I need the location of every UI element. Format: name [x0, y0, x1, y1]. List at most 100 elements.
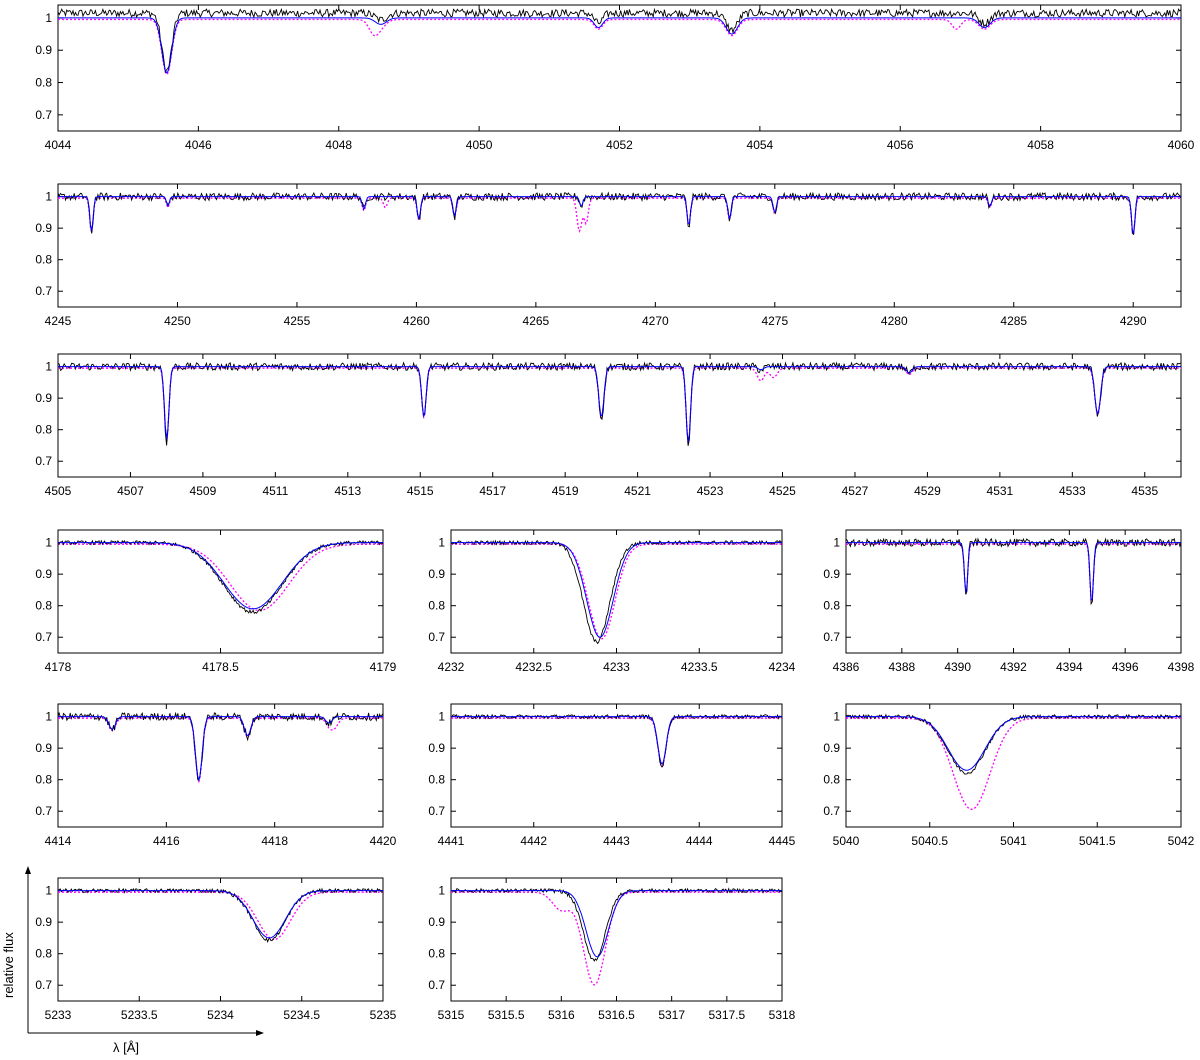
- y-tick-label: 1: [45, 190, 52, 204]
- x-tick-label: 4232.5: [515, 660, 552, 674]
- y-tick-label: 0.7: [35, 454, 52, 468]
- y-tick-label: 1: [45, 536, 52, 550]
- y-tick-label: 0.8: [35, 423, 52, 437]
- plot-frame: [845, 529, 1182, 654]
- x-tick-label: 5234.5: [283, 1008, 320, 1022]
- y-tick-label: 0.9: [35, 741, 52, 755]
- x-tick-label: 4535: [1131, 484, 1158, 498]
- x-tick-label: 5316: [548, 1008, 575, 1022]
- x-tick-label: 5041.5: [1079, 834, 1116, 848]
- x-tick-label: 4270: [642, 314, 669, 328]
- x-tick-label: 4517: [479, 484, 506, 498]
- y-tick-label: 0.8: [35, 599, 52, 613]
- x-tick-label: 4444: [686, 834, 713, 848]
- x-tick-label: 4245: [45, 314, 72, 328]
- y-tick-label: 0.9: [35, 221, 52, 235]
- plot-frame: [450, 703, 783, 828]
- x-axis-title: λ [Å]: [113, 1040, 139, 1055]
- x-tick-label: 4178: [45, 660, 72, 674]
- x-tick-label: 4058: [1027, 138, 1054, 152]
- x-tick-label: 4386: [833, 660, 860, 674]
- x-tick-label: 4416: [153, 834, 180, 848]
- panel-5: 0.7 0.8 0.9 1 4232 4232.5 4233 4233.5 4234: [428, 529, 796, 674]
- x-tick-label: 4390: [944, 660, 971, 674]
- x-tick-label: 5316.5: [598, 1008, 635, 1022]
- y-tick-label: 1: [438, 710, 445, 724]
- x-tick-label: 4420: [370, 834, 397, 848]
- y-tick-label: 0.9: [35, 567, 52, 581]
- y-tick-label: 1: [833, 536, 840, 550]
- x-tick-label: 4505: [45, 484, 72, 498]
- y-tick-label: 0.8: [823, 599, 840, 613]
- y-tick-label: 0.7: [35, 108, 52, 122]
- x-tick-label: 4050: [466, 138, 493, 152]
- x-tick-label: 4531: [987, 484, 1014, 498]
- x-tick-label: 5318: [769, 1008, 796, 1022]
- y-tick-label: 0.8: [35, 76, 52, 90]
- y-tick-label: 1: [833, 710, 840, 724]
- y-tick-label: 0.7: [823, 630, 840, 644]
- plot-frame: [845, 703, 1182, 828]
- x-tick-label: 4179: [370, 660, 397, 674]
- y-tick-label: 0.7: [35, 630, 52, 644]
- y-tick-label: 0.9: [35, 915, 52, 929]
- x-tick-label: 4233.5: [681, 660, 718, 674]
- x-tick-label: 4260: [403, 314, 430, 328]
- y-tick-label: 0.8: [428, 773, 445, 787]
- x-tick-label: 4529: [914, 484, 941, 498]
- y-tick-label: 0.7: [428, 630, 445, 644]
- x-tick-label: 4054: [747, 138, 774, 152]
- y-tick-label: 0.9: [428, 567, 445, 581]
- x-tick-label: 4507: [117, 484, 144, 498]
- y-tick-label: 1: [45, 11, 52, 25]
- x-tick-label: 5317: [658, 1008, 685, 1022]
- y-tick-label: 0.9: [428, 741, 445, 755]
- x-tick-label: 4523: [697, 484, 724, 498]
- x-tick-label: 4280: [881, 314, 908, 328]
- x-tick-label: 4511: [262, 484, 288, 498]
- plot-frame: [57, 4, 1182, 132]
- x-tick-label: 4513: [334, 484, 361, 498]
- y-tick-label: 0.8: [823, 773, 840, 787]
- y-tick-label: 0.7: [823, 804, 840, 818]
- plot-frame: [57, 353, 1182, 478]
- x-tick-label: 4533: [1059, 484, 1086, 498]
- panel-4: 0.7 0.8 0.9 1 4178 4178.5 4179: [35, 529, 397, 674]
- y-tick-label: 1: [45, 884, 52, 898]
- x-tick-label: 4414: [45, 834, 72, 848]
- y-tick-label: 0.9: [428, 915, 445, 929]
- panel-10: 0.7 0.8 0.9 1 5233 5233.5 5234 5234.5 5235: [35, 877, 397, 1022]
- y-tick-label: 0.7: [35, 284, 52, 298]
- plot-frame: [57, 529, 384, 654]
- x-tick-label: 5233: [45, 1008, 72, 1022]
- x-tick-label: 4233: [603, 660, 630, 674]
- x-tick-label: 5235: [370, 1008, 397, 1022]
- y-tick-label: 0.8: [35, 253, 52, 267]
- x-tick-label: 5317.5: [708, 1008, 745, 1022]
- x-tick-label: 4442: [520, 834, 547, 848]
- x-tick-label: 4445: [769, 834, 796, 848]
- plot-frame: [450, 529, 783, 654]
- y-tick-label: 0.8: [35, 773, 52, 787]
- y-tick-label: 0.8: [428, 947, 445, 961]
- y-tick-label: 0.7: [428, 804, 445, 818]
- x-tick-label: 4396: [1112, 660, 1139, 674]
- x-tick-label: 4275: [761, 314, 788, 328]
- y-tick-label: 0.9: [35, 43, 52, 57]
- x-tick-label: 4525: [769, 484, 796, 498]
- x-tick-label: 4392: [1000, 660, 1027, 674]
- y-tick-label: 0.9: [823, 567, 840, 581]
- panel-1: 0.7 0.8 0.9 1 4044 4046 4048 4050 4052 4054 4056 40…: [35, 4, 1195, 152]
- x-tick-label: 4044: [45, 138, 72, 152]
- x-tick-label: 4515: [407, 484, 434, 498]
- panel-6: 0.7 0.8 0.9 1 4386 4388 4390 4392 4394 4396 4398: [823, 529, 1195, 674]
- x-tick-label: 4519: [552, 484, 579, 498]
- x-tick-label: 4285: [1000, 314, 1027, 328]
- panel-7: 0.7 0.8 0.9 1 4414 4416 4418 4420: [35, 703, 397, 848]
- x-tick-label: 5234: [207, 1008, 234, 1022]
- y-tick-label: 0.8: [428, 599, 445, 613]
- panel-11: 0.7 0.8 0.9 1 5315 5315.5 5316 5316.5 5317 5317.5…: [428, 877, 796, 1022]
- x-tick-label: 4234: [769, 660, 796, 674]
- x-tick-label: 4046: [185, 138, 212, 152]
- y-tick-label: 1: [45, 710, 52, 724]
